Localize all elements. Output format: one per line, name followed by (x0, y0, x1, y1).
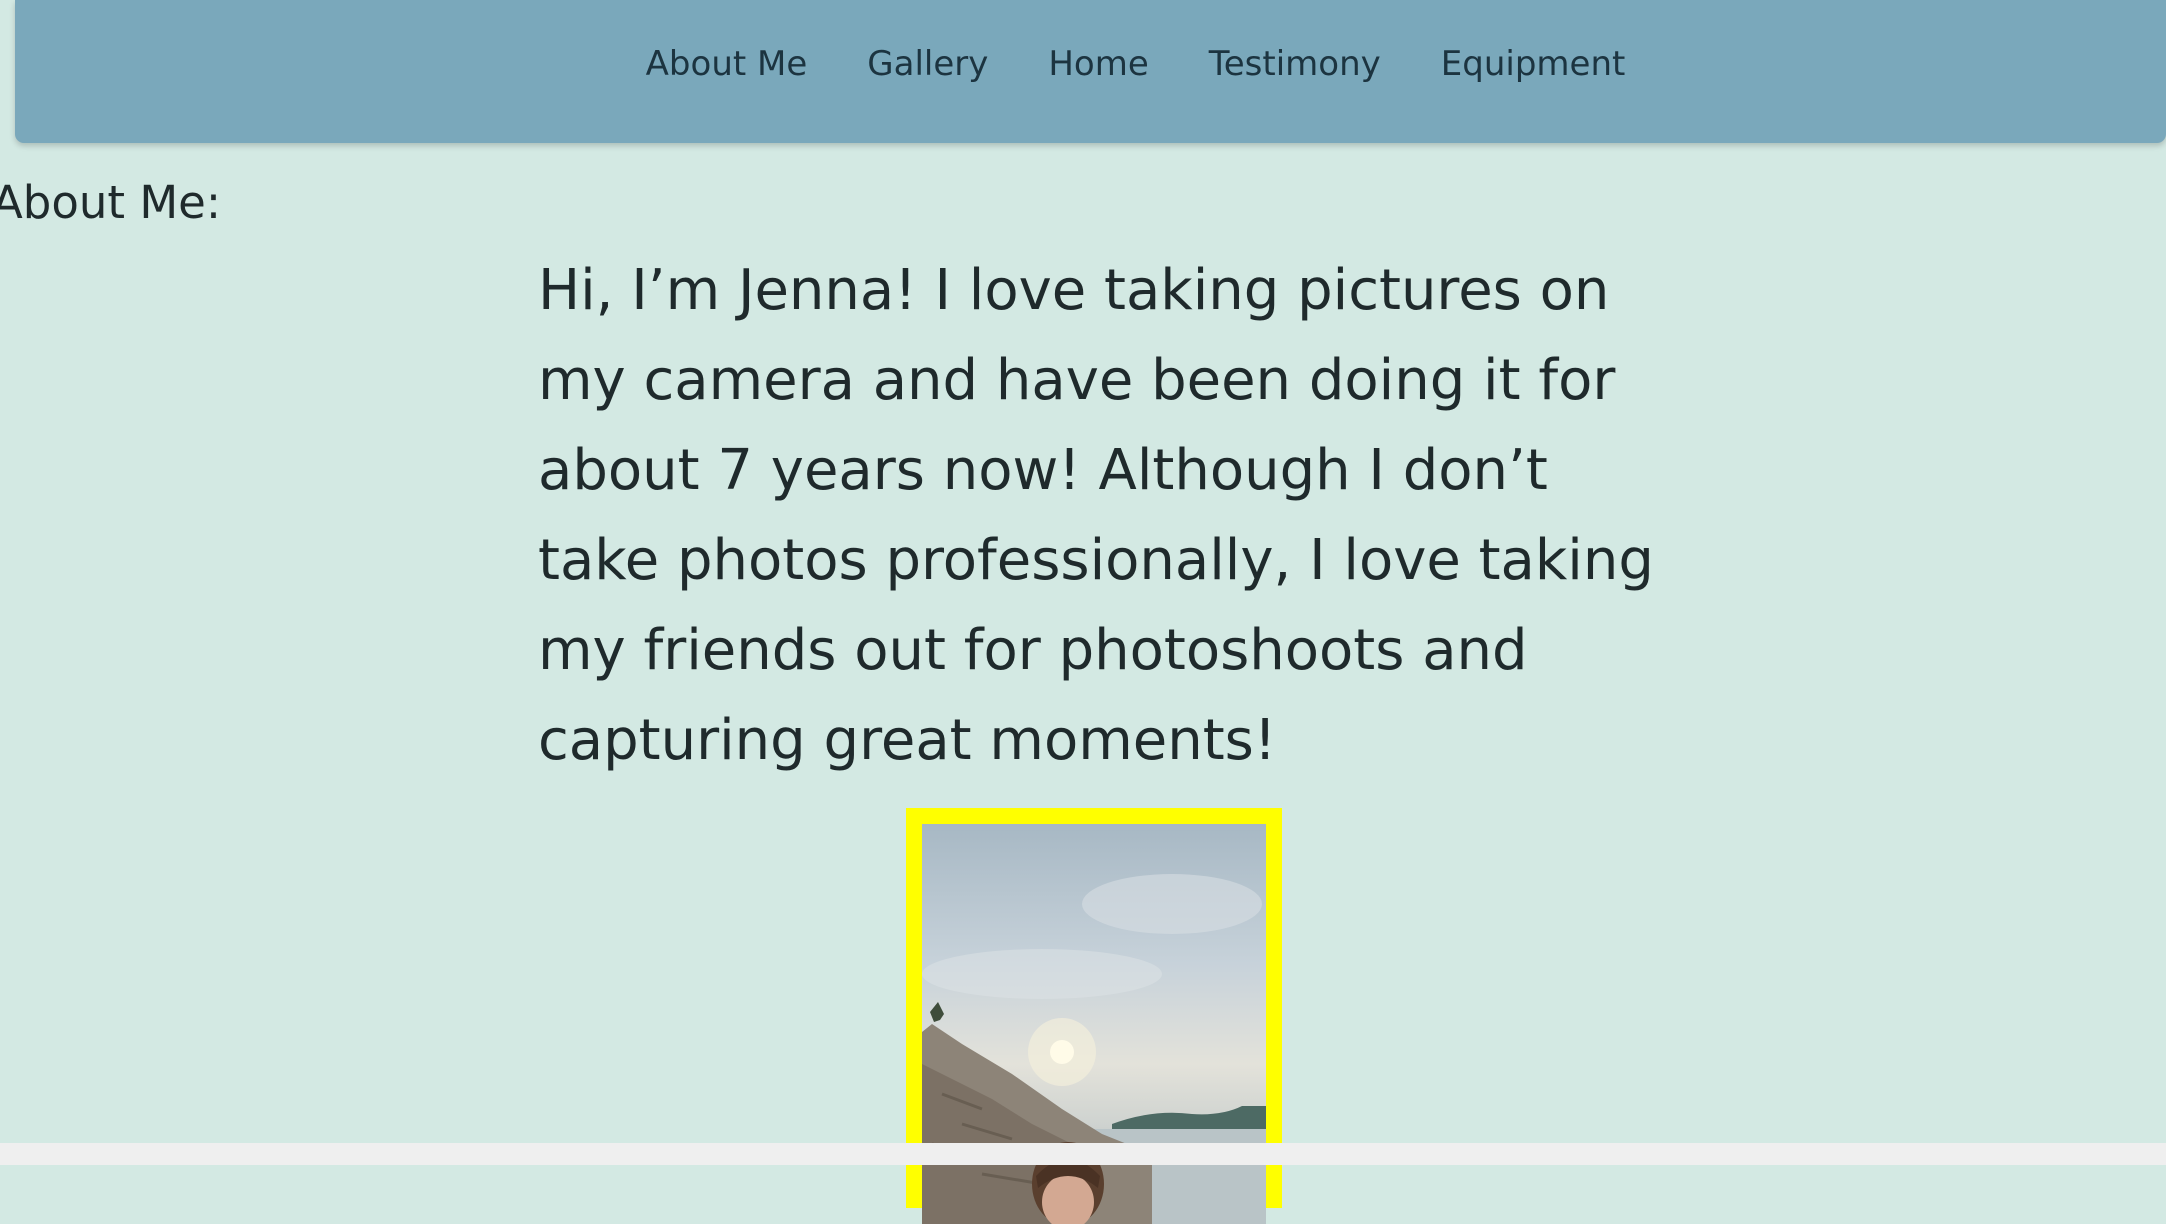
browser-bottom-bar (0, 1143, 2166, 1165)
nav-links: About Me Gallery Home Testimony Equipmen… (15, 44, 2166, 84)
nav-link-testimony[interactable]: Testimony (1179, 44, 1411, 84)
nav-link-gallery[interactable]: Gallery (837, 44, 1018, 84)
nav-link-about-me[interactable]: About Me (616, 44, 838, 84)
about-me-intro-text: Hi, I’m Jenna! I love taking pictures on… (538, 258, 1654, 773)
top-navbar: About Me Gallery Home Testimony Equipmen… (15, 0, 2166, 143)
about-me-heading: About Me: (0, 176, 222, 229)
nav-link-equipment[interactable]: Equipment (1411, 44, 1656, 84)
nav-link-home[interactable]: Home (1018, 44, 1178, 84)
